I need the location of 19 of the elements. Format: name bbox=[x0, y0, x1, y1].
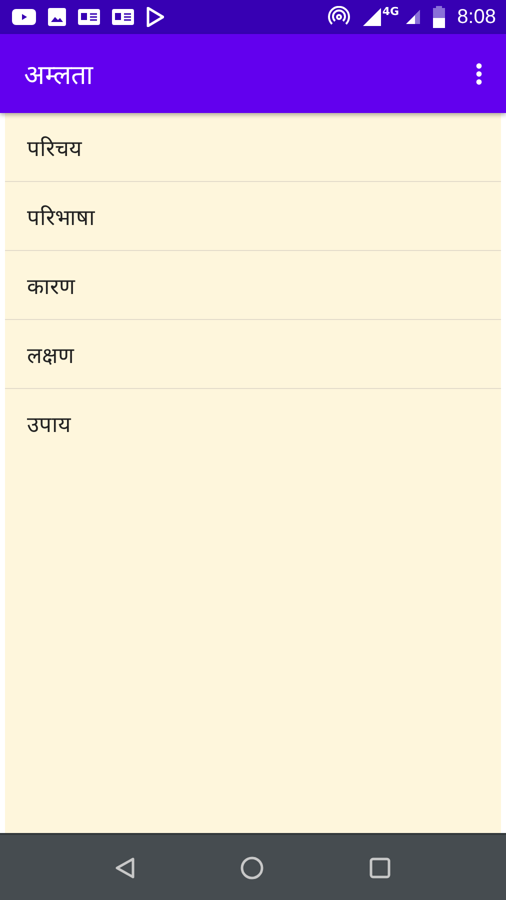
topic-item[interactable]: कारण bbox=[5, 251, 501, 320]
play-store-icon bbox=[146, 7, 164, 27]
video-icon bbox=[12, 8, 36, 26]
image-icon bbox=[48, 8, 66, 26]
topic-item[interactable]: परिचय bbox=[5, 113, 501, 182]
topic-item[interactable]: लक्षण bbox=[5, 320, 501, 389]
network-type: 4G bbox=[382, 5, 400, 18]
home-icon[interactable] bbox=[240, 856, 264, 880]
back-icon[interactable] bbox=[115, 856, 135, 878]
signal-icon bbox=[405, 9, 422, 25]
topic-item[interactable]: उपाय bbox=[5, 389, 501, 457]
signal-icon bbox=[362, 7, 382, 27]
battery-icon bbox=[433, 6, 446, 28]
recents-icon[interactable] bbox=[369, 856, 391, 878]
news-icon bbox=[78, 8, 100, 26]
topic-item[interactable]: परिभाषा bbox=[5, 182, 501, 251]
clock: 8:08 bbox=[457, 6, 496, 28]
news-icon bbox=[112, 8, 134, 26]
app-title: अम्लता bbox=[24, 59, 94, 92]
